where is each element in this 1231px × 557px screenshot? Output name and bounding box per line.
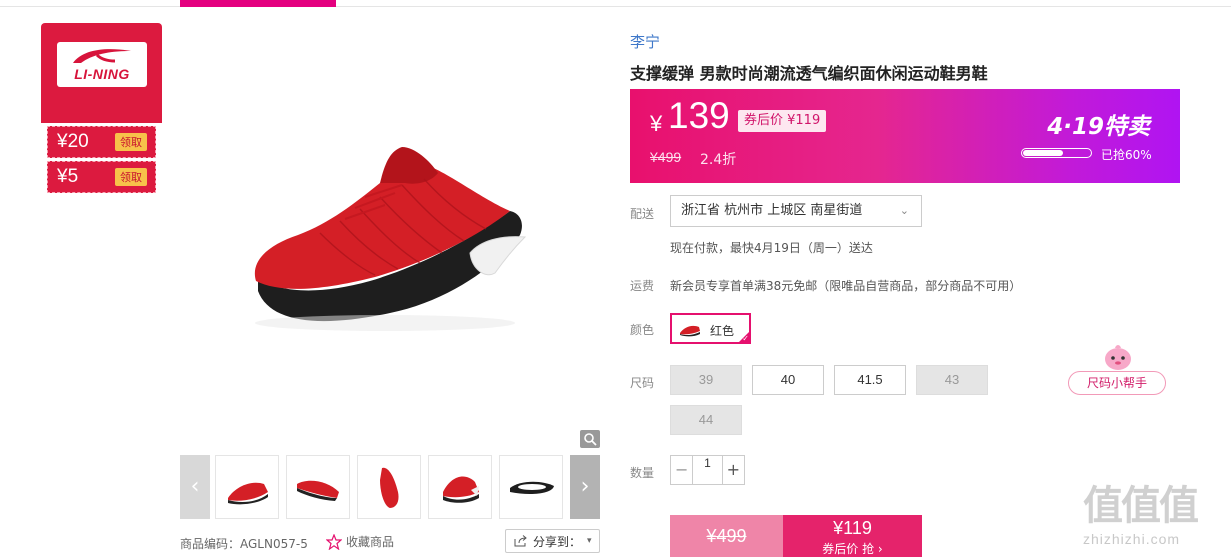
- brand-link[interactable]: 李宁: [630, 31, 660, 52]
- brand-logo-text: LI-NING: [74, 66, 130, 82]
- address-select[interactable]: 浙江省 杭州市 上城区 南星街道 ⌄: [670, 195, 922, 227]
- sold-progress-label: 已抢60%: [1101, 148, 1152, 162]
- size-option-40[interactable]: 40: [752, 365, 824, 395]
- favorite-button[interactable]: 收藏商品: [326, 533, 394, 550]
- coupon-amount: ¥20: [57, 131, 89, 152]
- thumbnail-5[interactable]: [499, 455, 563, 519]
- share-icon: [514, 535, 527, 547]
- claim-coupon-button[interactable]: 领取: [115, 168, 147, 186]
- size-option-44[interactable]: 44: [670, 405, 742, 435]
- thumbnail-1[interactable]: [215, 455, 279, 519]
- color-name: 红色: [710, 324, 735, 338]
- size-helper-label: 尺码小帮手: [1068, 371, 1166, 395]
- thumbnail-next-button[interactable]: ›: [570, 455, 600, 519]
- thumbnail-3[interactable]: [357, 455, 421, 519]
- brand-logo[interactable]: LI-NING: [57, 42, 147, 87]
- coupon-5[interactable]: ¥5 领取: [47, 161, 156, 193]
- sold-progress-bar: [1021, 148, 1092, 158]
- zoom-icon[interactable]: [580, 430, 600, 448]
- size-option-41-5[interactable]: 41.5: [834, 365, 906, 395]
- share-label: 分享到：: [533, 534, 582, 549]
- quantity-stepper: − 1 +: [670, 455, 745, 485]
- address-value: 浙江省 杭州市 上城区 南星街道: [681, 203, 863, 218]
- quantity-decrease-button[interactable]: −: [671, 456, 692, 484]
- coupon-amount: ¥5: [57, 166, 79, 187]
- color-label: 颜色: [630, 323, 655, 337]
- brand-header[interactable]: LI-NING: [41, 23, 162, 123]
- chevron-down-icon: ▾: [587, 536, 592, 546]
- color-option-red[interactable]: 红色 ✓: [670, 313, 751, 344]
- current-price: 139: [668, 95, 730, 136]
- chevron-down-icon: ⌄: [899, 204, 909, 217]
- watermark-url: zhizhizhi.com: [1083, 531, 1181, 547]
- original-price: ¥499: [650, 149, 682, 165]
- thumbnail-4[interactable]: [428, 455, 492, 519]
- delivery-estimate: 现在付款，最快4月19日（周一）送达: [670, 241, 873, 255]
- original-price-button[interactable]: ¥499: [670, 515, 783, 557]
- product-code: 商品编码：AGLN057-5: [180, 537, 308, 551]
- brand-coupon-card: LI-NING ¥20 领取 ¥5 领取: [41, 23, 162, 195]
- product-title: 支撑缓弹 男款时尚潮流透气编织面休闲运动鞋男鞋: [630, 64, 988, 83]
- size-label: 尺码: [630, 376, 655, 390]
- size-option-43[interactable]: 43: [916, 365, 988, 395]
- discount-rate: 2.4折: [700, 152, 737, 168]
- size-option-39[interactable]: 39: [670, 365, 742, 395]
- currency-symbol: ¥: [650, 111, 663, 136]
- watermark: 值值值 zhizhizhi.com: [1083, 473, 1231, 553]
- product-meta-row: 商品编码：AGLN057-5 收藏商品 分享到： ▾: [180, 529, 600, 553]
- price-banner: ¥ 139 券后价 ¥119 ¥499 2.4折 4·19特卖 已抢60%: [630, 89, 1180, 183]
- promo-title: 4·19特卖: [1047, 114, 1150, 140]
- watermark-logo: 值值值: [1083, 483, 1199, 529]
- active-tab-indicator: [180, 0, 336, 7]
- red-sneaker-image: [254, 147, 527, 331]
- sold-progress-fill: [1023, 150, 1064, 156]
- checkmark-icon: ✓: [742, 334, 749, 343]
- quantity-label: 数量: [630, 466, 655, 480]
- quantity-increase-button[interactable]: +: [723, 456, 744, 484]
- li-ning-swoosh-icon: [73, 49, 131, 63]
- quantity-input[interactable]: 1: [692, 456, 723, 484]
- coupon-20[interactable]: ¥20 领取: [47, 126, 156, 158]
- claim-coupon-button[interactable]: 领取: [115, 133, 147, 151]
- thumbnail-2[interactable]: [286, 455, 350, 519]
- size-helper[interactable]: 尺码小帮手: [1068, 340, 1166, 395]
- thumbnail-prev-button[interactable]: ‹: [180, 455, 210, 519]
- product-main-image[interactable]: [180, 23, 600, 450]
- shipping-note: 新会员专享首单满38元免邮（限唯品自营商品，部分商品不可用）: [670, 279, 1022, 293]
- shipping-label: 运费: [630, 279, 655, 293]
- delivery-label: 配送: [630, 207, 655, 221]
- coupon-buy-button[interactable]: ¥119 券后价 抢 ›: [783, 515, 922, 557]
- color-swatch-icon: [680, 325, 700, 337]
- favorite-label: 收藏商品: [346, 535, 395, 549]
- star-icon: [326, 533, 342, 550]
- after-coupon-price-badge: 券后价 ¥119: [738, 110, 827, 132]
- share-button[interactable]: 分享到： ▾: [505, 529, 600, 553]
- size-helper-mascot-icon: [1105, 345, 1131, 370]
- coupon-buy-label: 券后价 抢 ›: [822, 542, 883, 556]
- coupon-buy-price: ¥119: [833, 518, 872, 538]
